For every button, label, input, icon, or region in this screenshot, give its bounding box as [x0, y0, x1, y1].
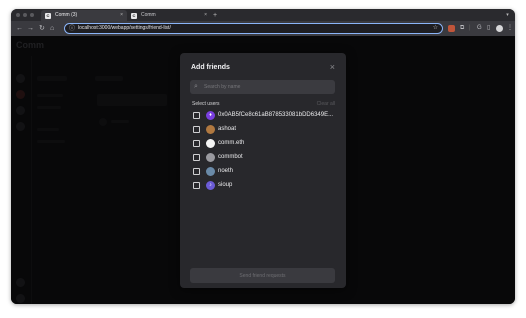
tab-close-icon[interactable]: × — [204, 10, 207, 21]
bookmark-star-icon[interactable]: ☆ — [433, 24, 438, 33]
menu-kebab-icon[interactable]: ⋮ — [507, 25, 513, 32]
url-text: localhost:3000/webapp/settings/friend-li… — [78, 25, 171, 31]
list-item[interactable]: ♦ 0x0AB5fCe8c61aB878533081bDD6349E... — [192, 110, 338, 124]
comm-favicon-icon: C — [131, 13, 137, 19]
avatar — [206, 153, 215, 162]
list-item[interactable]: commbot — [192, 152, 338, 166]
extension-icon[interactable] — [448, 25, 455, 32]
list-item[interactable]: noeth — [192, 166, 338, 180]
avatar: ♦ — [206, 111, 215, 120]
user-checkbox[interactable] — [193, 168, 200, 175]
comm-favicon-icon: C — [45, 13, 51, 19]
clear-all-button[interactable]: Clear all — [317, 101, 335, 107]
maximize-window-dot[interactable] — [30, 13, 34, 17]
user-name: sioup — [218, 182, 233, 188]
sidebar-icon[interactable]: ▯ — [487, 25, 490, 32]
address-toolbar: ← → ↻ ⌂ ⓘ localhost:3000/webapp/settings… — [11, 21, 515, 36]
user-checkbox[interactable] — [193, 182, 200, 189]
tab-comm-3[interactable]: C Comm (3) × — [41, 10, 127, 21]
user-name: ashoat — [218, 126, 237, 132]
comm-app: Comm Add friends × ⌕ Select users — [11, 36, 515, 304]
forward-icon[interactable]: → — [27, 24, 34, 33]
user-name: comm.eth — [218, 140, 245, 146]
tab-title: Comm — [141, 12, 156, 18]
tab-close-icon[interactable]: × — [120, 10, 123, 21]
home-icon[interactable]: ⌂ — [50, 24, 54, 33]
user-name: noeth — [218, 168, 234, 174]
tab-comm[interactable]: C Comm × — [127, 10, 211, 21]
google-icon[interactable]: G — [477, 25, 482, 32]
avatar — [206, 139, 215, 148]
user-checkbox[interactable] — [193, 126, 200, 133]
avatar: ♪ — [206, 181, 215, 190]
select-users-label: Select users — [192, 101, 220, 107]
site-info-icon[interactable]: ⓘ — [69, 25, 75, 33]
minimize-window-dot[interactable] — [23, 13, 27, 17]
reload-icon[interactable]: ↻ — [39, 24, 45, 33]
list-item[interactable]: ♪ sioup — [192, 180, 338, 194]
user-list: ♦ 0x0AB5fCe8c61aB878533081bDD6349E... as… — [192, 110, 338, 194]
close-window-dot[interactable] — [16, 13, 20, 17]
tab-title: Comm (3) — [55, 12, 78, 18]
user-checkbox[interactable] — [193, 154, 200, 161]
tab-bar: C Comm (3) × C Comm × + ▾ — [11, 9, 515, 21]
extensions-puzzle-icon[interactable]: ⧉ — [460, 25, 464, 32]
user-name: commbot — [218, 154, 243, 160]
user-name: 0x0AB5fCe8c61aB878533081bDD6349E... — [218, 112, 334, 118]
search-input[interactable] — [204, 80, 329, 94]
add-friends-modal: Add friends × ⌕ Select users Clear all ♦… — [180, 53, 346, 288]
toolbar-divider: | — [469, 25, 471, 31]
send-friend-requests-button[interactable]: Send friend requests — [190, 268, 335, 283]
browser-window: C Comm (3) × C Comm × + ▾ ← → ↻ ⌂ ⓘ loca… — [11, 9, 515, 304]
profile-avatar[interactable] — [496, 25, 503, 32]
user-checkbox[interactable] — [193, 112, 200, 119]
avatar — [206, 125, 215, 134]
user-checkbox[interactable] — [193, 140, 200, 147]
tab-search-chevron-icon[interactable]: ▾ — [504, 12, 511, 18]
list-item[interactable]: ashoat — [192, 124, 338, 138]
address-bar[interactable]: ⓘ localhost:3000/webapp/settings/friend-… — [64, 23, 443, 34]
search-field[interactable]: ⌕ — [190, 80, 335, 94]
list-item[interactable]: comm.eth — [192, 138, 338, 152]
avatar — [206, 167, 215, 176]
back-icon[interactable]: ← — [16, 24, 23, 33]
search-icon: ⌕ — [194, 83, 198, 90]
close-icon[interactable]: × — [330, 62, 335, 72]
new-tab-button[interactable]: + — [213, 10, 217, 21]
modal-title: Add friends — [191, 64, 230, 71]
